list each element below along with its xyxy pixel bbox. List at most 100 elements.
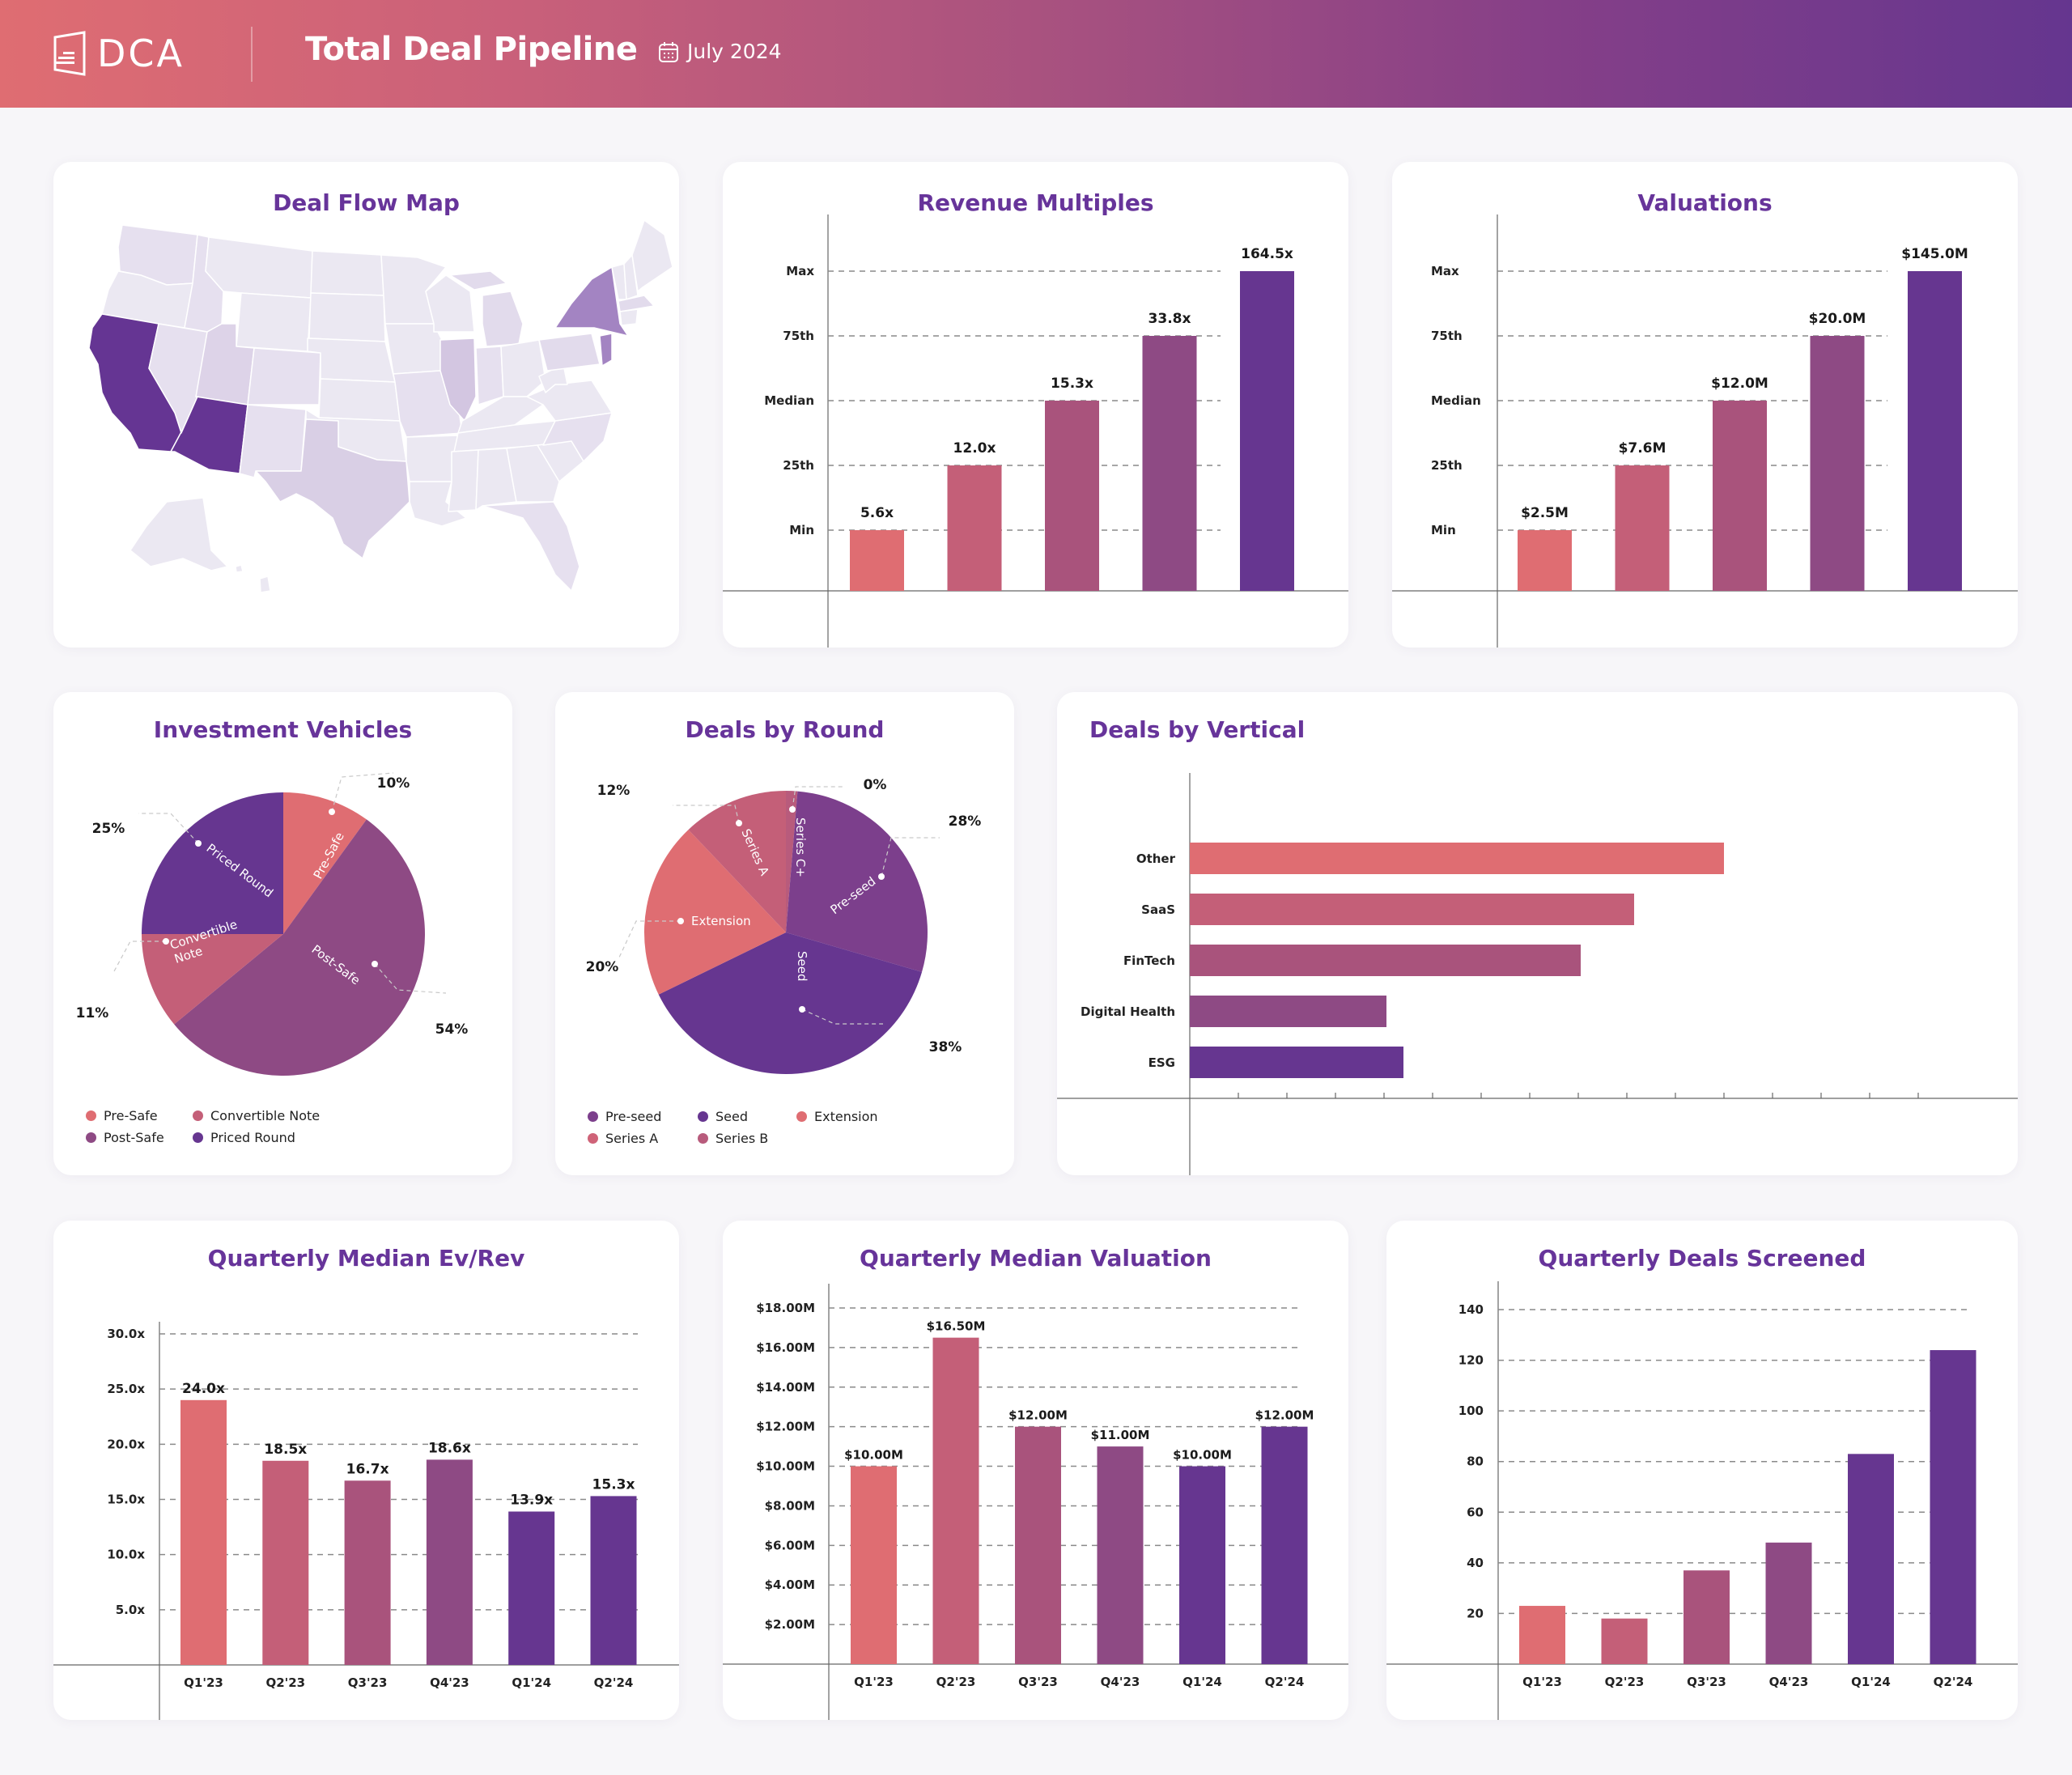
y-tick-label: 20.0x	[107, 1437, 145, 1451]
state-va	[526, 380, 613, 422]
quarterly-valuation-chart: $2.00M $4.00M $6.00M $8.00M $10.00M $12.00M $1…	[723, 1284, 1348, 1720]
y-tick-label: 10.0x	[107, 1548, 145, 1562]
category-label: SaaS	[1141, 902, 1175, 917]
slice-label: Extension	[691, 914, 751, 928]
y-tick-label: $16.00M	[756, 1340, 815, 1355]
x-tick-label: Q3'23	[348, 1675, 388, 1690]
logo-text: DCA	[97, 32, 185, 75]
slice-label: Seed	[795, 951, 809, 982]
y-tick-label: Median	[1431, 393, 1481, 408]
state-nd	[310, 250, 384, 296]
y-tick-label: Max	[1431, 264, 1459, 278]
deals-by-vertical-chart: Other SaaS FinTech Digital Health ESG	[1057, 773, 2018, 1175]
legend-item[interactable]: Extension	[796, 1109, 878, 1124]
revenue-multiples-card: Revenue Multiples Min 25th Median 75th Max 5.…	[723, 162, 1348, 648]
quarterly-valuation-card: Quarterly Median Valuation $2.00M $4.00M $…	[723, 1221, 1348, 1720]
legend-item[interactable]: Seed	[698, 1109, 796, 1124]
data-label: $2.5M	[1521, 505, 1569, 521]
header-divider	[251, 27, 253, 82]
state-co	[247, 347, 321, 406]
bar	[344, 1480, 391, 1665]
legend-item[interactable]: Convertible Note	[193, 1108, 320, 1123]
percent-label: 11%	[76, 1005, 109, 1021]
percent-label: 25%	[92, 821, 125, 837]
percent-label: 20%	[586, 959, 619, 975]
bar	[1765, 1542, 1812, 1664]
bar	[1601, 1618, 1648, 1664]
y-tick-label: Min	[789, 523, 814, 537]
bar	[508, 1511, 555, 1665]
investment-vehicles-pie: Pre-Safe10%Post-Safe54%ConvertibleNote11…	[76, 772, 468, 1076]
bar	[1848, 1454, 1894, 1664]
data-label: 5.6x	[860, 505, 894, 521]
state-ak	[130, 497, 228, 571]
x-tick-label: Q3'23	[1687, 1675, 1726, 1689]
slice-marker	[677, 918, 684, 924]
slice-marker	[329, 809, 335, 815]
x-tick-label: Q2'23	[265, 1675, 305, 1690]
quarterly-deals-card: Quarterly Deals Screened 20 40 60 80 100 120 1…	[1386, 1221, 2018, 1720]
y-tick-label: Max	[786, 264, 814, 278]
x-tick-label: Q2'23	[936, 1675, 976, 1689]
bar	[947, 465, 1002, 591]
legend-dot	[588, 1111, 598, 1122]
percent-label: 0%	[864, 777, 887, 793]
bar	[1190, 843, 1724, 874]
slice-marker	[789, 806, 796, 813]
legend-item[interactable]: Post-Safe	[86, 1130, 193, 1145]
percent-label: 28%	[949, 813, 982, 830]
data-label: 33.8x	[1149, 311, 1191, 327]
bar	[1930, 1350, 1976, 1664]
legend-dot	[86, 1110, 96, 1121]
data-label: 18.5x	[264, 1442, 307, 1458]
data-label: $145.0M	[1901, 246, 1968, 262]
state-hi	[259, 575, 271, 593]
data-label: $11.00M	[1091, 1428, 1150, 1442]
legend-item[interactable]: Pre-seed	[588, 1109, 698, 1124]
y-tick-label: $12.00M	[756, 1420, 815, 1434]
y-tick-label: 25th	[783, 458, 814, 473]
data-label: $20.0M	[1809, 311, 1866, 327]
logo-icon	[53, 31, 86, 76]
us-map[interactable]	[53, 162, 679, 648]
data-label: $12.0M	[1711, 376, 1768, 392]
data-label: 164.5x	[1241, 246, 1293, 262]
category-label: Other	[1136, 851, 1176, 866]
legend-item[interactable]: Series B	[698, 1131, 768, 1146]
legend-item[interactable]: Priced Round	[193, 1130, 295, 1145]
deals-by-vertical-card: Deals by Vertical Other SaaS FinTech Digita…	[1057, 692, 2018, 1175]
data-label: 15.3x	[1051, 376, 1093, 392]
data-label: 24.0x	[182, 1381, 225, 1397]
data-label: $16.50M	[927, 1319, 986, 1334]
x-tick-label: Q1'23	[854, 1675, 894, 1689]
legend-item[interactable]: Series A	[588, 1131, 698, 1146]
x-tick-label: Q1'24	[512, 1675, 551, 1690]
valuations-card: Valuations Min 25th Median 75th Max $2.5M $7.6…	[1392, 162, 2018, 648]
bar	[1615, 465, 1670, 591]
y-tick-label: 20	[1467, 1606, 1484, 1620]
deals-by-round-pie: Series C+0%Pre-seed28%Seed38%Extension20…	[586, 777, 982, 1074]
state-mt	[205, 236, 313, 299]
x-tick-label: Q1'24	[1851, 1675, 1891, 1689]
y-tick-label: $14.00M	[756, 1380, 815, 1395]
state-wy	[236, 292, 312, 352]
x-tick-label: Q1'23	[1522, 1675, 1562, 1689]
state-fl	[482, 501, 580, 592]
slice-marker	[799, 1006, 805, 1013]
state-ks	[318, 378, 401, 422]
bar	[1908, 271, 1962, 591]
y-tick-label: 140	[1458, 1302, 1484, 1317]
state-pa	[538, 333, 601, 372]
bar	[1190, 894, 1634, 925]
date-selector[interactable]: July 2024	[658, 40, 782, 63]
quarterly-ev-rev-chart: 5.0x 10.0x 15.0x 20.0x 25.0x 30.0x 24.0x Q1'23 1…	[53, 1322, 679, 1720]
data-label: 16.7x	[346, 1461, 389, 1477]
logo[interactable]: DCA	[52, 31, 185, 76]
state-nj	[599, 333, 613, 367]
state-oh	[500, 339, 546, 397]
x-tick-label: Q1'24	[1182, 1675, 1222, 1689]
quarterly-deals-chart: 20 40 60 80 100 120 140 Q1'23 Q2'23 Q3'23 Q4'23 Q1'…	[1386, 1281, 2018, 1720]
bar	[1713, 401, 1767, 591]
header-bar: DCA Total Deal Pipeline July 2024	[0, 0, 2072, 108]
legend-item[interactable]: Pre-Safe	[86, 1108, 193, 1123]
